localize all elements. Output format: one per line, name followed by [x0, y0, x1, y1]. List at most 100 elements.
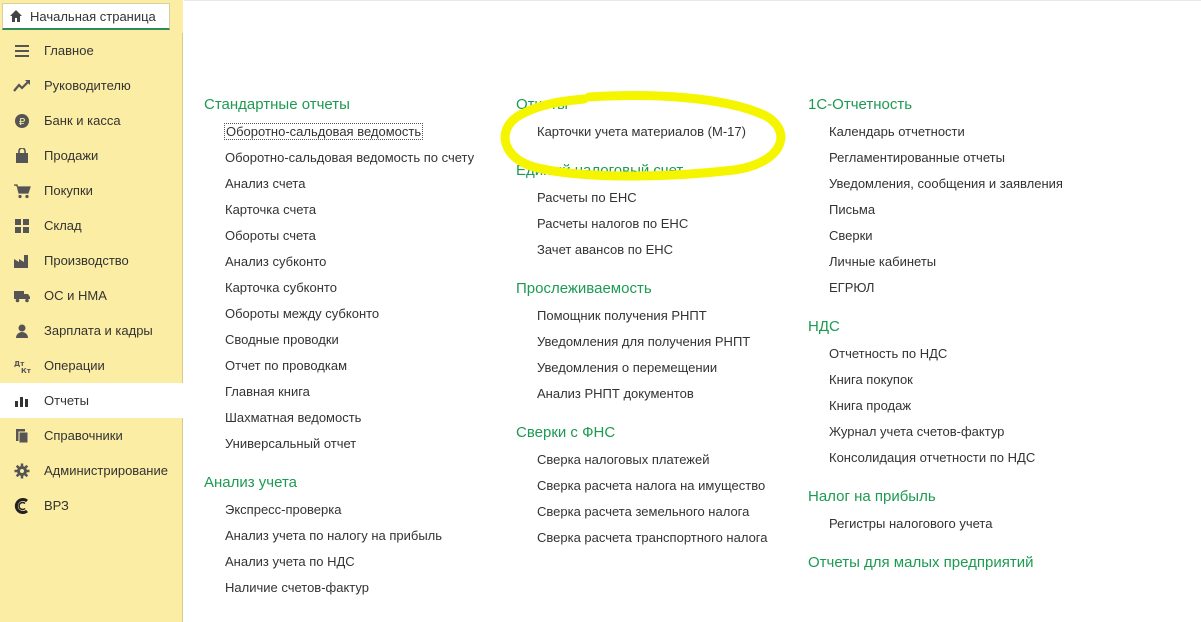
- report-link[interactable]: Календарь отчетности: [829, 119, 1108, 145]
- sidebar-item-label: Отчеты: [44, 393, 89, 408]
- report-link[interactable]: Журнал учета счетов-фактур: [829, 419, 1108, 445]
- svg-text:Кт: Кт: [21, 367, 31, 374]
- sidebar: Главное Руководителю ₽ Банк и касса Продажи П…: [0, 33, 183, 622]
- ruble-coin-icon: ₽: [13, 112, 31, 130]
- sidebar-item-label: Операции: [44, 358, 105, 373]
- report-link[interactable]: Наличие счетов-фактур: [225, 575, 494, 601]
- report-link[interactable]: Помощник получения РНПТ: [537, 303, 786, 329]
- sidebar-item-label: ВРЗ: [44, 498, 69, 513]
- report-section: Единый налоговый счет Расчеты по ЕНС Расче…: [516, 159, 786, 263]
- report-section: Прослеживаемость Помощник получения РНПТ У…: [516, 277, 786, 407]
- report-link[interactable]: Анализ субконто: [225, 249, 494, 275]
- sidebar-item[interactable]: Главное: [0, 33, 182, 68]
- report-link[interactable]: Сверка расчета земельного налога: [537, 499, 786, 525]
- section-title: Прослеживаемость: [516, 280, 652, 297]
- report-link[interactable]: Книга продаж: [829, 393, 1108, 419]
- report-link[interactable]: Главная книга: [225, 379, 494, 405]
- sidebar-item[interactable]: Руководителю: [0, 68, 182, 103]
- report-link[interactable]: Сводные проводки: [225, 327, 494, 353]
- books-icon: [13, 427, 31, 445]
- section-title: 1С-Отчетность: [808, 96, 913, 113]
- report-link[interactable]: Анализ учета по налогу на прибыль: [225, 523, 494, 549]
- report-link[interactable]: Уведомления о перемещении: [537, 355, 786, 381]
- report-link[interactable]: Расчеты по ЕНС: [537, 185, 786, 211]
- sidebar-item-label: Склад: [44, 218, 82, 233]
- report-link[interactable]: Сверка налоговых платежей: [537, 447, 786, 473]
- person-icon: [13, 322, 31, 340]
- sidebar-item[interactable]: Дт Кт Операции: [0, 348, 182, 383]
- sidebar-item[interactable]: Администрирование: [0, 453, 182, 488]
- report-section: Отчеты для малых предприятий: [808, 551, 1108, 577]
- sidebar-item-label: Главное: [44, 43, 94, 58]
- report-link[interactable]: Уведомления для получения РНПТ: [537, 329, 786, 355]
- home-icon: [9, 9, 23, 23]
- report-link[interactable]: Карточка счета: [225, 197, 494, 223]
- report-link[interactable]: Оборотно-сальдовая ведомость: [223, 119, 494, 145]
- report-section: Стандартные отчеты Оборотно-сальдовая вед…: [204, 93, 494, 457]
- report-link[interactable]: Карточки учета материалов (М-17): [537, 119, 786, 145]
- report-link[interactable]: Оборотно-сальдовая ведомость по счету: [225, 145, 494, 171]
- report-link[interactable]: Сверка расчета транспортного налога: [537, 525, 786, 551]
- report-link[interactable]: Отчет по проводкам: [225, 353, 494, 379]
- report-link[interactable]: Консолидация отчетности по НДС: [829, 445, 1108, 471]
- sidebar-item-label: Банк и касса: [44, 113, 121, 128]
- sidebar-item-label: Покупки: [44, 183, 93, 198]
- report-section: Анализ учета Экспресс-проверка Анализ учет…: [204, 471, 494, 601]
- sidebar-item[interactable]: Покупки: [0, 173, 182, 208]
- gear-icon: [13, 462, 31, 480]
- report-link[interactable]: Обороты счета: [225, 223, 494, 249]
- report-link[interactable]: Сверки: [829, 223, 1108, 249]
- report-link[interactable]: Карточка субконто: [225, 275, 494, 301]
- report-link[interactable]: Уведомления, сообщения и заявления: [829, 171, 1108, 197]
- sidebar-item[interactable]: Отчеты: [0, 383, 183, 418]
- brand-c-icon: [13, 497, 31, 515]
- section-title: Сверки с ФНС: [516, 424, 616, 441]
- section-title: Стандартные отчеты: [204, 96, 350, 113]
- sidebar-item-label: ОС и НМА: [44, 288, 107, 303]
- report-section: НДС Отчетность по НДС Книга покупок Книга п…: [808, 315, 1108, 471]
- report-link[interactable]: Регистры налогового учета: [829, 511, 1108, 537]
- report-link[interactable]: Расчеты налогов по ЕНС: [537, 211, 786, 237]
- report-link[interactable]: Книга покупок: [829, 367, 1108, 393]
- report-link[interactable]: Шахматная ведомость: [225, 405, 494, 431]
- report-link[interactable]: Письма: [829, 197, 1108, 223]
- tab-label: Начальная страница: [30, 8, 156, 24]
- main-content: Стандартные отчеты Оборотно-сальдовая вед…: [184, 0, 1201, 622]
- shopping-bag-icon: [13, 147, 31, 165]
- section-title: Анализ учета: [204, 474, 298, 491]
- report-link[interactable]: ЕГРЮЛ: [829, 275, 1108, 301]
- report-link[interactable]: Экспресс-проверка: [225, 497, 494, 523]
- sidebar-item-label: Руководителю: [44, 78, 131, 93]
- report-link[interactable]: Обороты между субконто: [225, 301, 494, 327]
- cart-icon: [13, 182, 31, 200]
- svg-text:₽: ₽: [19, 117, 26, 128]
- report-link[interactable]: Анализ РНПТ документов: [537, 381, 786, 407]
- section-title: НДС: [808, 318, 840, 335]
- sidebar-item[interactable]: ВРЗ: [0, 488, 182, 523]
- sidebar-item[interactable]: Справочники: [0, 418, 182, 453]
- sidebar-item[interactable]: ОС и НМА: [0, 278, 182, 313]
- report-link[interactable]: Сверка расчета налога на имущество: [537, 473, 786, 499]
- factory-icon: [13, 252, 31, 270]
- sidebar-item[interactable]: Продажи: [0, 138, 182, 173]
- report-link[interactable]: Личные кабинеты: [829, 249, 1108, 275]
- sidebar-item[interactable]: Производство: [0, 243, 182, 278]
- report-link[interactable]: Отчетность по НДС: [829, 341, 1108, 367]
- tab-bar: Начальная страница: [0, 0, 183, 33]
- report-link[interactable]: Универсальный отчет: [225, 431, 494, 457]
- report-section: Сверки с ФНС Сверка налоговых платежей Све…: [516, 421, 786, 551]
- report-link[interactable]: Зачет авансов по ЕНС: [537, 237, 786, 263]
- sidebar-item[interactable]: Зарплата и кадры: [0, 313, 182, 348]
- report-link[interactable]: Регламентированные отчеты: [829, 145, 1108, 171]
- sidebar-item-label: Продажи: [44, 148, 99, 163]
- report-link[interactable]: Анализ счета: [225, 171, 494, 197]
- report-link[interactable]: Анализ учета по НДС: [225, 549, 494, 575]
- sidebar-item-label: Производство: [44, 253, 129, 268]
- column-1: Стандартные отчеты Оборотно-сальдовая вед…: [204, 93, 494, 615]
- sidebar-item[interactable]: Склад: [0, 208, 182, 243]
- column-3: 1С-Отчетность Календарь отчетности Регламе…: [808, 93, 1108, 591]
- menu-lines-icon: [13, 42, 31, 60]
- tab-home[interactable]: Начальная страница: [2, 3, 170, 30]
- sidebar-item[interactable]: ₽ Банк и касса: [0, 103, 182, 138]
- debit-credit-icon: Дт Кт: [13, 357, 31, 375]
